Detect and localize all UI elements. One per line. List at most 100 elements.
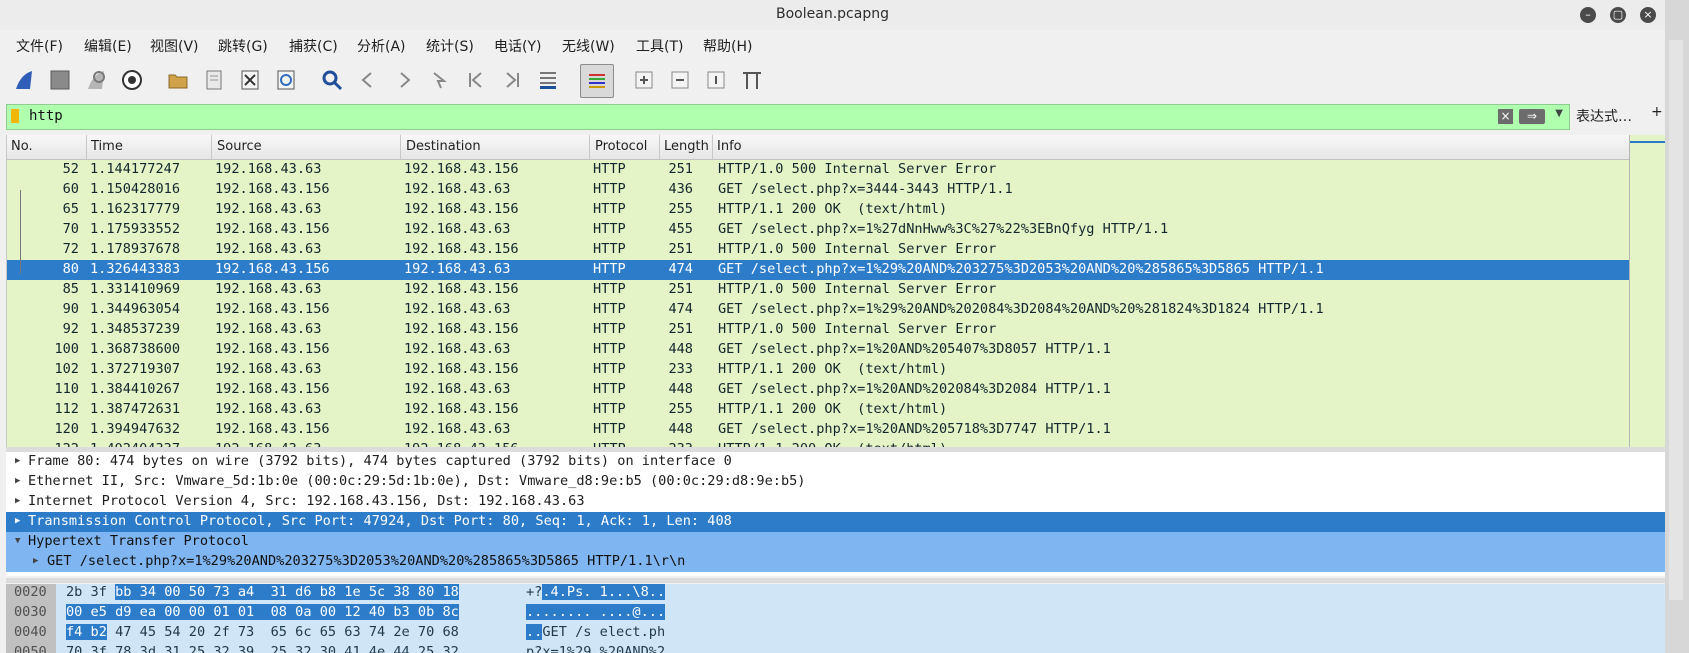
- packet-info: GET /select.php?x=1%20AND%205718%3D7747 …: [718, 421, 1111, 437]
- expression-button[interactable]: 表达式…: [1576, 106, 1632, 126]
- packet-protocol: HTTP: [593, 341, 626, 357]
- ascii-bytes[interactable]: ........ ....@...: [526, 604, 666, 620]
- menu-edit[interactable]: 编辑(E): [84, 36, 132, 56]
- menu-go[interactable]: 跳转(G): [218, 36, 268, 56]
- packet-destination: 192.168.43.156: [404, 281, 519, 297]
- packet-row[interactable]: 80 1.326443383 192.168.43.156 192.168.43.63…: [7, 260, 1630, 280]
- packet-row[interactable]: 90 1.344963054 192.168.43.156 192.168.43.63…: [7, 300, 1630, 320]
- detail-tree-row[interactable]: ▶ GET /select.php?x=1%29%20AND%203275%3D2…: [6, 552, 1665, 572]
- packet-row[interactable]: 70 1.175933552 192.168.43.156 192.168.43.63…: [7, 220, 1630, 240]
- menu-telephony[interactable]: 电话(Y): [494, 36, 541, 56]
- clear-filter-icon[interactable]: ×: [1498, 109, 1513, 124]
- packet-row[interactable]: 60 1.150428016 192.168.43.156 192.168.43.63…: [7, 180, 1630, 200]
- packet-row[interactable]: 120 1.394947632 192.168.43.156 192.168.43.6…: [7, 420, 1630, 440]
- start-capture-icon[interactable]: [12, 68, 36, 92]
- packet-destination: 192.168.43.63: [404, 221, 511, 237]
- packet-row[interactable]: 110 1.384410267 192.168.43.156 192.168.43.6…: [7, 380, 1630, 400]
- bookmark-icon[interactable]: [11, 109, 19, 123]
- packet-row[interactable]: 85 1.331410969 192.168.43.63 192.168.43.156…: [7, 280, 1630, 300]
- ascii-bytes[interactable]: ..GET /s elect.ph: [526, 624, 665, 640]
- packet-time: 1.344963054: [90, 301, 181, 317]
- packet-row[interactable]: 112 1.387472631 192.168.43.63 192.168.43.15…: [7, 400, 1630, 420]
- menu-file[interactable]: 文件(F): [16, 36, 63, 56]
- wireshark-window: Boolean.pcapng – ▢ × 文件(F) 编辑(E) 视图(V) 跳…: [0, 0, 1665, 653]
- restart-capture-icon[interactable]: [84, 68, 108, 92]
- menu-statistics[interactable]: 统计(S): [426, 36, 474, 56]
- go-back-icon[interactable]: [356, 68, 380, 92]
- hex-bytes[interactable]: 00 e5 d9 ea 00 00 01 01 08 0a 00 12 40 b…: [66, 604, 459, 620]
- packet-row[interactable]: 65 1.162317779 192.168.43.63 192.168.43.156…: [7, 200, 1630, 220]
- detail-tree-row[interactable]: ▶ Frame 80: 474 bytes on wire (3792 bits)…: [6, 452, 1665, 472]
- hex-bytes[interactable]: 2b 3f bb 34 00 50 73 a4 31 d6 b8 1e 5c 3…: [66, 584, 459, 600]
- packet-row[interactable]: 1221.402404337192.168.43.63192.168.43.15…: [7, 440, 1630, 447]
- packet-row[interactable]: 92 1.348537239 192.168.43.63 192.168.43.156…: [7, 320, 1630, 340]
- ascii-bytes[interactable]: p?x=1%29 %20AND%2: [526, 644, 665, 653]
- normal-size-icon[interactable]: [704, 68, 728, 92]
- packet-length: 455: [668, 221, 693, 237]
- apply-filter-icon[interactable]: ⇒: [1519, 109, 1545, 124]
- col-protocol[interactable]: Protocol: [595, 139, 647, 154]
- ascii-bytes[interactable]: +?.4.Ps. 1...\8..: [526, 584, 666, 600]
- first-packet-icon[interactable]: [464, 68, 488, 92]
- collapsed-arrow-icon[interactable]: ▶: [15, 496, 20, 506]
- menu-capture[interactable]: 捕获(C): [289, 36, 338, 56]
- collapsed-arrow-icon[interactable]: ▶: [33, 556, 38, 566]
- collapsed-arrow-icon[interactable]: ▶: [15, 476, 20, 486]
- add-filter-button[interactable]: +: [1651, 104, 1663, 120]
- display-filter-input[interactable]: http: [29, 108, 63, 124]
- col-length[interactable]: Length: [664, 139, 709, 154]
- detail-tree-row[interactable]: ▶ Transmission Control Protocol, Src Port…: [6, 512, 1665, 532]
- close-file-icon[interactable]: [238, 68, 262, 92]
- packet-bytes-pane[interactable]: 0020 2b 3f bb 34 00 50 73 a4 31 d6 b8 1e …: [6, 584, 1665, 653]
- detail-tree-row[interactable]: ▶ Ethernet II, Src: Vmware_5d:1b:0e (00:0…: [6, 472, 1665, 492]
- ascii-selected: ..: [526, 624, 543, 640]
- save-file-icon[interactable]: [202, 68, 226, 92]
- packet-time: 1.331410969: [90, 281, 181, 297]
- col-no[interactable]: No.: [11, 139, 33, 154]
- packet-info: GET /select.php?x=3444-3443 HTTP/1.1: [718, 181, 1013, 197]
- menu-view[interactable]: 视图(V): [150, 36, 199, 56]
- display-filter-bar[interactable]: http × ⇒ ▼: [6, 104, 1570, 130]
- col-info[interactable]: Info: [717, 139, 742, 154]
- open-file-icon[interactable]: [166, 68, 190, 92]
- pane-splitter[interactable]: [6, 578, 1665, 583]
- col-destination[interactable]: Destination: [406, 139, 481, 154]
- expanded-arrow-icon[interactable]: ▼: [15, 536, 20, 546]
- detail-tree-row[interactable]: ▼ Hypertext Transfer Protocol: [6, 532, 1665, 552]
- go-to-packet-icon[interactable]: [428, 68, 452, 92]
- go-forward-icon[interactable]: [392, 68, 416, 92]
- zoom-in-icon[interactable]: [632, 68, 656, 92]
- chevron-down-icon[interactable]: ▼: [1555, 108, 1563, 119]
- col-time[interactable]: Time: [91, 139, 123, 154]
- packet-row[interactable]: 72 1.178937678 192.168.43.63 192.168.43.156…: [7, 240, 1630, 260]
- find-packet-icon[interactable]: [320, 68, 344, 92]
- maximize-icon[interactable]: ▢: [1610, 7, 1626, 23]
- minimize-icon[interactable]: –: [1580, 7, 1596, 23]
- auto-scroll-icon[interactable]: [536, 68, 560, 92]
- packet-row[interactable]: 102 1.372719307 192.168.43.63 192.168.43.15…: [7, 360, 1630, 380]
- packet-row[interactable]: 52 1.144177247 192.168.43.63 192.168.43.156…: [7, 160, 1630, 180]
- capture-options-icon[interactable]: [120, 68, 144, 92]
- close-icon[interactable]: ×: [1640, 7, 1656, 23]
- hex-bytes[interactable]: 70 3f 78 3d 31 25 32 39 25 32 30 41 4e 4…: [66, 644, 459, 653]
- col-source[interactable]: Source: [217, 139, 262, 154]
- detail-tree-row[interactable]: ▶ Internet Protocol Version 4, Src: 192.1…: [6, 492, 1665, 512]
- zoom-out-icon[interactable]: [668, 68, 692, 92]
- menu-tools[interactable]: 工具(T): [636, 36, 683, 56]
- collapsed-arrow-icon[interactable]: ▶: [15, 516, 20, 526]
- last-packet-icon[interactable]: [500, 68, 524, 92]
- menu-help[interactable]: 帮助(H): [703, 36, 752, 56]
- packet-minimap[interactable]: [1629, 135, 1665, 447]
- resize-columns-icon[interactable]: [740, 68, 764, 92]
- menu-analyze[interactable]: 分析(A): [357, 36, 406, 56]
- related-packet-line: [20, 190, 21, 274]
- reload-file-icon[interactable]: [274, 68, 298, 92]
- menu-wireless[interactable]: 无线(W): [562, 36, 615, 56]
- stop-capture-icon[interactable]: [48, 68, 72, 92]
- packet-details-tree[interactable]: ▶ Frame 80: 474 bytes on wire (3792 bits)…: [6, 452, 1665, 576]
- packet-row[interactable]: 100 1.368738600 192.168.43.156 192.168.43.6…: [7, 340, 1630, 360]
- hex-bytes[interactable]: f4 b2 47 45 54 20 2f 73 65 6c 65 63 74 2…: [66, 624, 459, 640]
- packet-list[interactable]: No. Time Source Destination Protocol Len…: [6, 135, 1630, 447]
- colorize-icon[interactable]: [580, 64, 614, 98]
- collapsed-arrow-icon[interactable]: ▶: [15, 456, 20, 466]
